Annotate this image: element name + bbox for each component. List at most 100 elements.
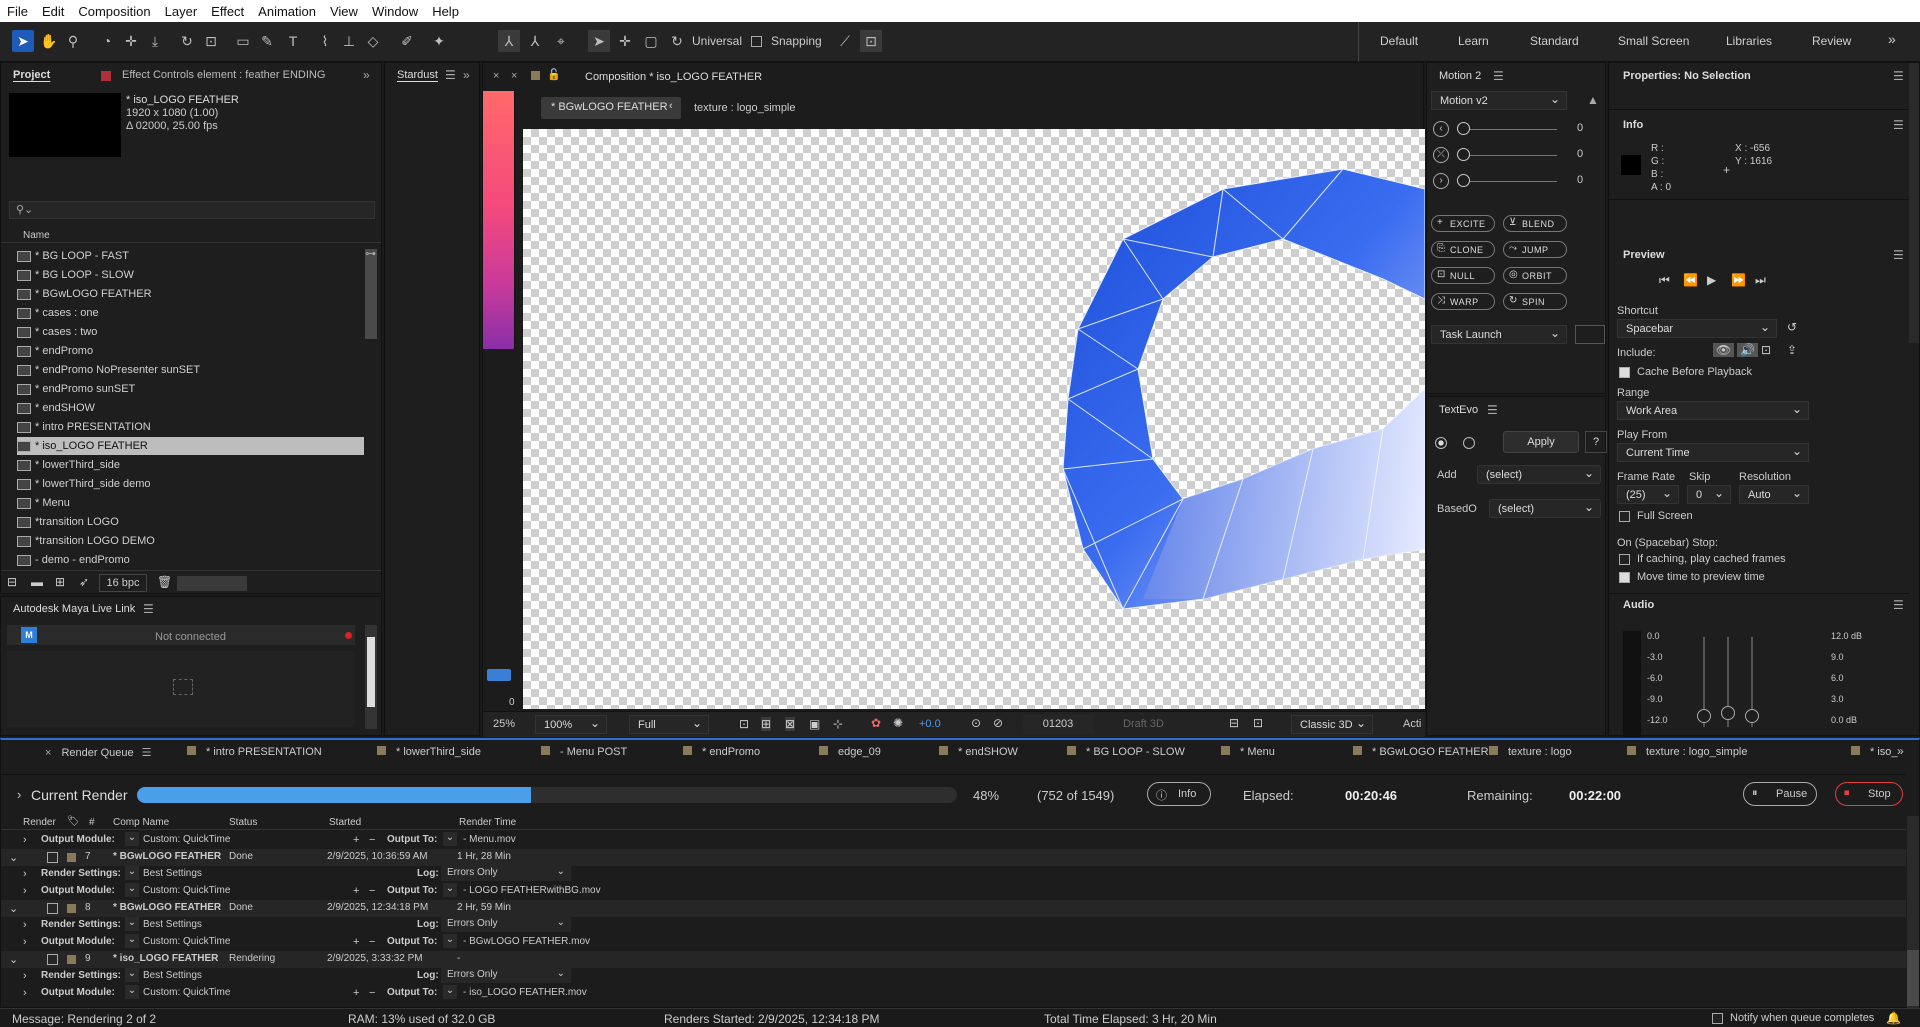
menu-file[interactable]: File	[0, 4, 35, 19]
textevo-title[interactable]: TextEvo	[1439, 404, 1478, 416]
preview-title[interactable]: Preview	[1623, 249, 1665, 261]
motion-slider-value[interactable]: 0	[1577, 174, 1583, 186]
comp-close-icon[interactable]: ×	[493, 70, 499, 82]
expand-icon[interactable]: ›	[23, 868, 27, 880]
maya-scrollbar-thumb[interactable]	[367, 637, 375, 707]
snap-grid-icon[interactable]: ⊡	[860, 30, 882, 52]
swap-icon[interactable]: ⤫	[1433, 147, 1449, 163]
rq-tab-8[interactable]: * Menu	[1221, 746, 1275, 758]
rq-tab-0[interactable]: × Render Queue ☰	[45, 746, 151, 759]
selection-tool-icon[interactable]: ➤	[12, 30, 34, 52]
col-tag-icon[interactable]: 🏷	[67, 816, 80, 827]
workspace-learn[interactable]: Learn	[1458, 34, 1489, 48]
menu-edit[interactable]: Edit	[35, 4, 71, 19]
last-frame-icon[interactable]: ⏭	[1755, 273, 1766, 288]
rotate-3d-icon[interactable]: ↻	[666, 30, 688, 52]
properties-title[interactable]: Properties: No Selection	[1623, 70, 1751, 82]
col-started[interactable]: Started	[329, 817, 361, 828]
rs-value[interactable]: Best Settings	[143, 919, 202, 930]
rq-tab-10[interactable]: texture : logo	[1489, 746, 1572, 758]
reset-icon[interactable]: ↺	[1787, 320, 1797, 334]
rq-tab-12[interactable]: * iso_	[1851, 746, 1898, 758]
show-snapshot-icon[interactable]: ⊘	[993, 716, 1003, 730]
job-comp-name[interactable]: * iso_LOGO FEATHER	[113, 953, 218, 964]
right-scrollbar[interactable]	[1909, 63, 1919, 343]
new-comp-icon[interactable]: ⊞	[55, 575, 65, 589]
stardust-panel-title[interactable]: Stardust	[397, 69, 438, 81]
rq-tab-1[interactable]: * intro PRESENTATION	[187, 746, 322, 758]
workspace-libraries[interactable]: Libraries	[1726, 34, 1772, 48]
cached-frames-checkbox[interactable]	[1619, 554, 1630, 565]
project-item[interactable]: * BGwLOGO FEATHER	[17, 285, 364, 303]
active-camera-dropdown[interactable]: Acti	[1403, 718, 1421, 730]
render-checkbox[interactable]	[47, 954, 58, 965]
rs-value[interactable]: Best Settings	[143, 970, 202, 981]
notify-checkbox[interactable]	[1712, 1013, 1723, 1024]
expand-icon[interactable]: ›	[23, 970, 27, 982]
move-3d-icon[interactable]: ✛	[614, 30, 636, 52]
play-icon[interactable]: ▶	[1707, 273, 1716, 287]
log-dropdown[interactable]: Errors Only ⌄	[441, 968, 571, 983]
output-dropdown-icon[interactable]: ⌄	[443, 832, 457, 846]
resolution-dropdown[interactable]: Full	[629, 715, 709, 734]
exposure-value[interactable]: +0.0	[919, 718, 941, 730]
rotate-tool-icon[interactable]: ↻	[176, 30, 198, 52]
renderer-dropdown[interactable]: Classic 3D	[1291, 715, 1373, 734]
spin-button[interactable]: ↻ SPIN	[1503, 293, 1567, 310]
notify-bell-icon[interactable]: 🔔	[1886, 1011, 1901, 1025]
expand-icon[interactable]: ›	[23, 834, 27, 846]
stardust-menu-icon[interactable]: ☰	[445, 68, 456, 82]
menu-effect[interactable]: Effect	[204, 4, 251, 19]
motion-slider-value[interactable]: 0	[1577, 122, 1583, 134]
render-job-row[interactable]: ⌄ 8 * BGwLOGO FEATHER Done 2/9/2025, 12:34:1…	[1, 900, 1906, 917]
project-item[interactable]: - demo - endPromo	[17, 551, 364, 569]
clone-stamp-icon[interactable]: ⊥	[338, 30, 360, 52]
menu-window[interactable]: Window	[365, 4, 425, 19]
maya-panel-title[interactable]: Autodesk Maya Live Link	[13, 603, 135, 615]
warp-button[interactable]: ⤨ WARP	[1431, 293, 1495, 310]
tab-effect-controls[interactable]: Effect Controls element : feather ENDING	[122, 69, 325, 81]
motion-slider-knob[interactable]	[1457, 148, 1470, 161]
motion-version-dropdown[interactable]: Motion v2	[1431, 91, 1567, 110]
mini-zoom-value[interactable]: 25%	[493, 718, 515, 730]
comp-breadcrumb-2[interactable]: texture : logo_simple	[694, 102, 796, 114]
workspace-standard[interactable]: Standard	[1530, 34, 1579, 48]
comp-tab-title[interactable]: Composition * iso_LOGO FEATHER	[585, 71, 762, 83]
info-menu-icon[interactable]: ☰	[1893, 118, 1904, 132]
textevo-menu-icon[interactable]: ☰	[1487, 403, 1498, 417]
col-number[interactable]: #	[89, 817, 95, 828]
add-output-icon[interactable]: +	[353, 834, 359, 846]
output-dropdown-icon[interactable]: ⌄	[443, 934, 457, 948]
null-button[interactable]: ⊡ NULL	[1431, 267, 1495, 284]
project-item[interactable]: * BG LOOP - SLOW	[17, 266, 364, 284]
new-folder-icon[interactable]: ▬	[31, 575, 43, 589]
project-item[interactable]: * endPromo	[17, 342, 364, 360]
stop-button[interactable]: ⏹ Stop	[1835, 782, 1903, 806]
audio-slider-knob-2[interactable]	[1721, 706, 1735, 720]
stardust-overflow-icon[interactable]: »	[463, 68, 470, 82]
col-render-time[interactable]: Render Time	[459, 817, 516, 828]
project-item[interactable]: * intro PRESENTATION	[17, 418, 364, 436]
rq-tab-2[interactable]: * lowerThird_side	[377, 746, 481, 758]
menu-animation[interactable]: Animation	[251, 4, 323, 19]
output-file[interactable]: - Menu.mov	[463, 834, 516, 845]
project-comp-name[interactable]: * iso_LOGO FEATHER	[126, 94, 239, 106]
current-render-toggle-icon[interactable]: ›	[17, 787, 21, 802]
chevron-left-icon[interactable]: ‹	[1433, 121, 1449, 137]
rq-menu-icon[interactable]: ☰	[142, 747, 152, 759]
add-output-icon[interactable]: +	[353, 885, 359, 897]
select-3d-icon[interactable]: ➤	[588, 30, 610, 52]
motion-slider-knob[interactable]	[1457, 174, 1470, 187]
output-file[interactable]: - iso_LOGO FEATHER.mov	[463, 987, 587, 998]
motion2-menu-icon[interactable]: ☰	[1493, 69, 1504, 83]
col-render[interactable]: Render	[23, 817, 56, 828]
project-item[interactable]: * iso_LOGO FEATHER	[17, 437, 364, 455]
axis-view-icon[interactable]: ⌖	[550, 30, 572, 52]
first-frame-icon[interactable]: ⏮	[1659, 273, 1670, 288]
workspace-small-screen[interactable]: Small Screen	[1618, 34, 1689, 48]
tab-project[interactable]: Project	[13, 69, 50, 81]
add-output-icon[interactable]: +	[353, 987, 359, 999]
expand-icon[interactable]: ›	[23, 936, 27, 948]
col-comp-name[interactable]: Comp Name	[113, 817, 169, 828]
log-dropdown[interactable]: Errors Only ⌄	[441, 917, 571, 932]
